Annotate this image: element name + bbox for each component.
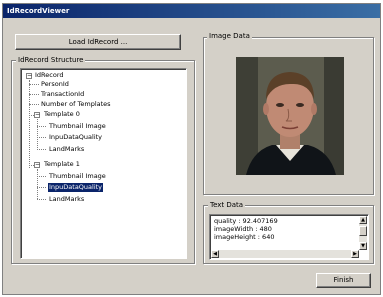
tree-node-person-id[interactable]: PersonId (41, 80, 69, 89)
tree-line (29, 104, 39, 105)
tree-line (37, 187, 46, 188)
tree-node-template-0[interactable]: Template 0 (44, 110, 80, 119)
tree-line (37, 149, 46, 150)
tree-line (37, 199, 46, 200)
horizontal-scrollbar[interactable]: ◀ ▶ (211, 250, 359, 258)
tree-line (29, 165, 34, 166)
load-idrecord-button[interactable]: Load IdRecord ... (15, 34, 181, 50)
scroll-left-icon[interactable]: ◀ (211, 250, 219, 258)
tree-line (37, 176, 46, 177)
tree-node-t0-landmarks[interactable]: LandMarks (49, 145, 84, 154)
tree-line (29, 115, 34, 116)
structure-tree[interactable]: − IdRecord PersonId TransactionId Number… (20, 68, 187, 259)
scroll-down-icon[interactable]: ▼ (359, 242, 367, 250)
tree-node-num-templates[interactable]: Number of Templates (41, 100, 111, 109)
text-line-image-width: imageWidth : 480 (214, 225, 272, 233)
tree-line (29, 94, 39, 95)
window-title: IdRecordViewer (3, 4, 380, 18)
template0-expand-icon[interactable]: − (34, 112, 40, 118)
image-data-label: Image Data (207, 32, 252, 40)
tree-line (37, 137, 46, 138)
finish-button[interactable]: Finish (316, 273, 371, 288)
tree-node-root[interactable]: IdRecord (35, 71, 64, 80)
tree-node-template-1[interactable]: Template 1 (44, 160, 80, 169)
vertical-scrollbar[interactable]: ▲ ▼ (359, 216, 367, 250)
text-line-quality: quality : 92.407169 (214, 217, 278, 225)
tree-node-t1-thumbnail[interactable]: Thumbnail Image (49, 172, 106, 181)
scroll-right-icon[interactable]: ▶ (351, 250, 359, 258)
text-data-area[interactable]: quality : 92.407169 imageWidth : 480 ima… (209, 214, 369, 260)
finish-label: Finish (333, 276, 354, 284)
structure-group-label: IdRecord Structure (16, 56, 86, 64)
face-image (236, 57, 344, 175)
tree-line (37, 169, 38, 199)
tree-node-t0-thumbnail[interactable]: Thumbnail Image (49, 122, 106, 131)
tree-line (29, 84, 39, 85)
idrecord-viewer-window: IdRecordViewer Load IdRecord ... IdRecor… (2, 3, 381, 295)
tree-node-transaction-id[interactable]: TransactionId (41, 90, 84, 99)
tree-node-t0-quality[interactable]: InpuDataQuality (49, 133, 102, 142)
tree-node-t1-landmarks[interactable]: LandMarks (49, 195, 84, 204)
load-idrecord-label: Load IdRecord ... (68, 38, 128, 46)
tree-line (37, 126, 46, 127)
template1-expand-icon[interactable]: − (34, 162, 40, 168)
scroll-thumb[interactable] (359, 226, 367, 236)
tree-line (37, 119, 38, 150)
scroll-up-icon[interactable]: ▲ (359, 216, 367, 224)
root-expand-icon[interactable]: − (26, 73, 32, 79)
tree-node-t1-quality[interactable]: InpuDataQuality (48, 183, 104, 192)
text-line-image-height: imageHeight : 640 (214, 233, 275, 241)
text-data-label: Text Data (208, 201, 246, 209)
